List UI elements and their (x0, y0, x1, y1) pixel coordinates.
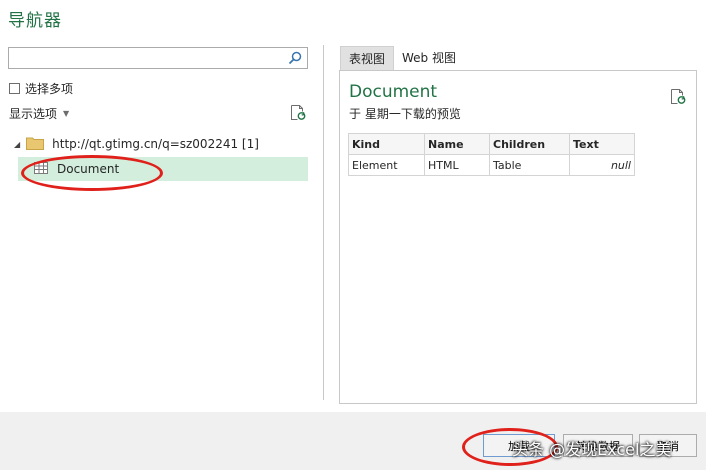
folder-icon (26, 136, 45, 153)
table-cell: null (569, 154, 635, 176)
search-input[interactable] (9, 48, 285, 68)
chevron-down-icon: ▼ (63, 109, 70, 118)
column-header[interactable]: Kind (348, 133, 425, 155)
preview-refresh-icon[interactable] (670, 88, 686, 108)
display-options-button[interactable]: 显示选项 ▼ (9, 105, 69, 122)
tree-item-url-label: http://qt.gtimg.cn/q=sz002241 [1] (52, 137, 259, 151)
watermark: 头条 @发现Excel之美 (512, 440, 672, 459)
tab-web-view[interactable]: Web 视图 (394, 46, 464, 70)
column-header[interactable]: Name (424, 133, 490, 155)
annotation-ellipse-document (21, 155, 163, 191)
multi-select-option[interactable]: 选择多项 (9, 80, 73, 97)
view-tabs: 表视图 Web 视图 (340, 46, 464, 70)
preview-table: Kind Name Children Text Element HTML Tab… (348, 133, 635, 176)
table-row: Element HTML Table null (348, 154, 635, 176)
pane-divider[interactable] (323, 45, 324, 400)
search-box[interactable] (8, 47, 308, 69)
column-header[interactable]: Children (489, 133, 570, 155)
multi-select-label: 选择多项 (25, 82, 74, 96)
tree-item-url[interactable]: ◢ http://qt.gtimg.cn/q=sz002241 [1] (14, 132, 259, 156)
table-cell: HTML (424, 154, 490, 176)
search-icon[interactable] (285, 49, 305, 67)
column-header[interactable]: Text (569, 133, 635, 155)
multi-select-checkbox[interactable] (9, 83, 20, 94)
window-title: 导航器 (8, 11, 62, 31)
table-cell: Table (489, 154, 570, 176)
preview-subtitle: 于 星期一下载的预览 (349, 107, 461, 121)
table-header-row: Kind Name Children Text (348, 133, 635, 155)
display-options-label: 显示选项 (9, 107, 58, 121)
table-cell: Element (348, 154, 425, 176)
refresh-icon[interactable] (290, 104, 306, 124)
preview-title: Document (349, 82, 438, 102)
expand-triangle-icon[interactable]: ◢ (14, 140, 20, 149)
tab-table-view[interactable]: 表视图 (340, 46, 395, 70)
